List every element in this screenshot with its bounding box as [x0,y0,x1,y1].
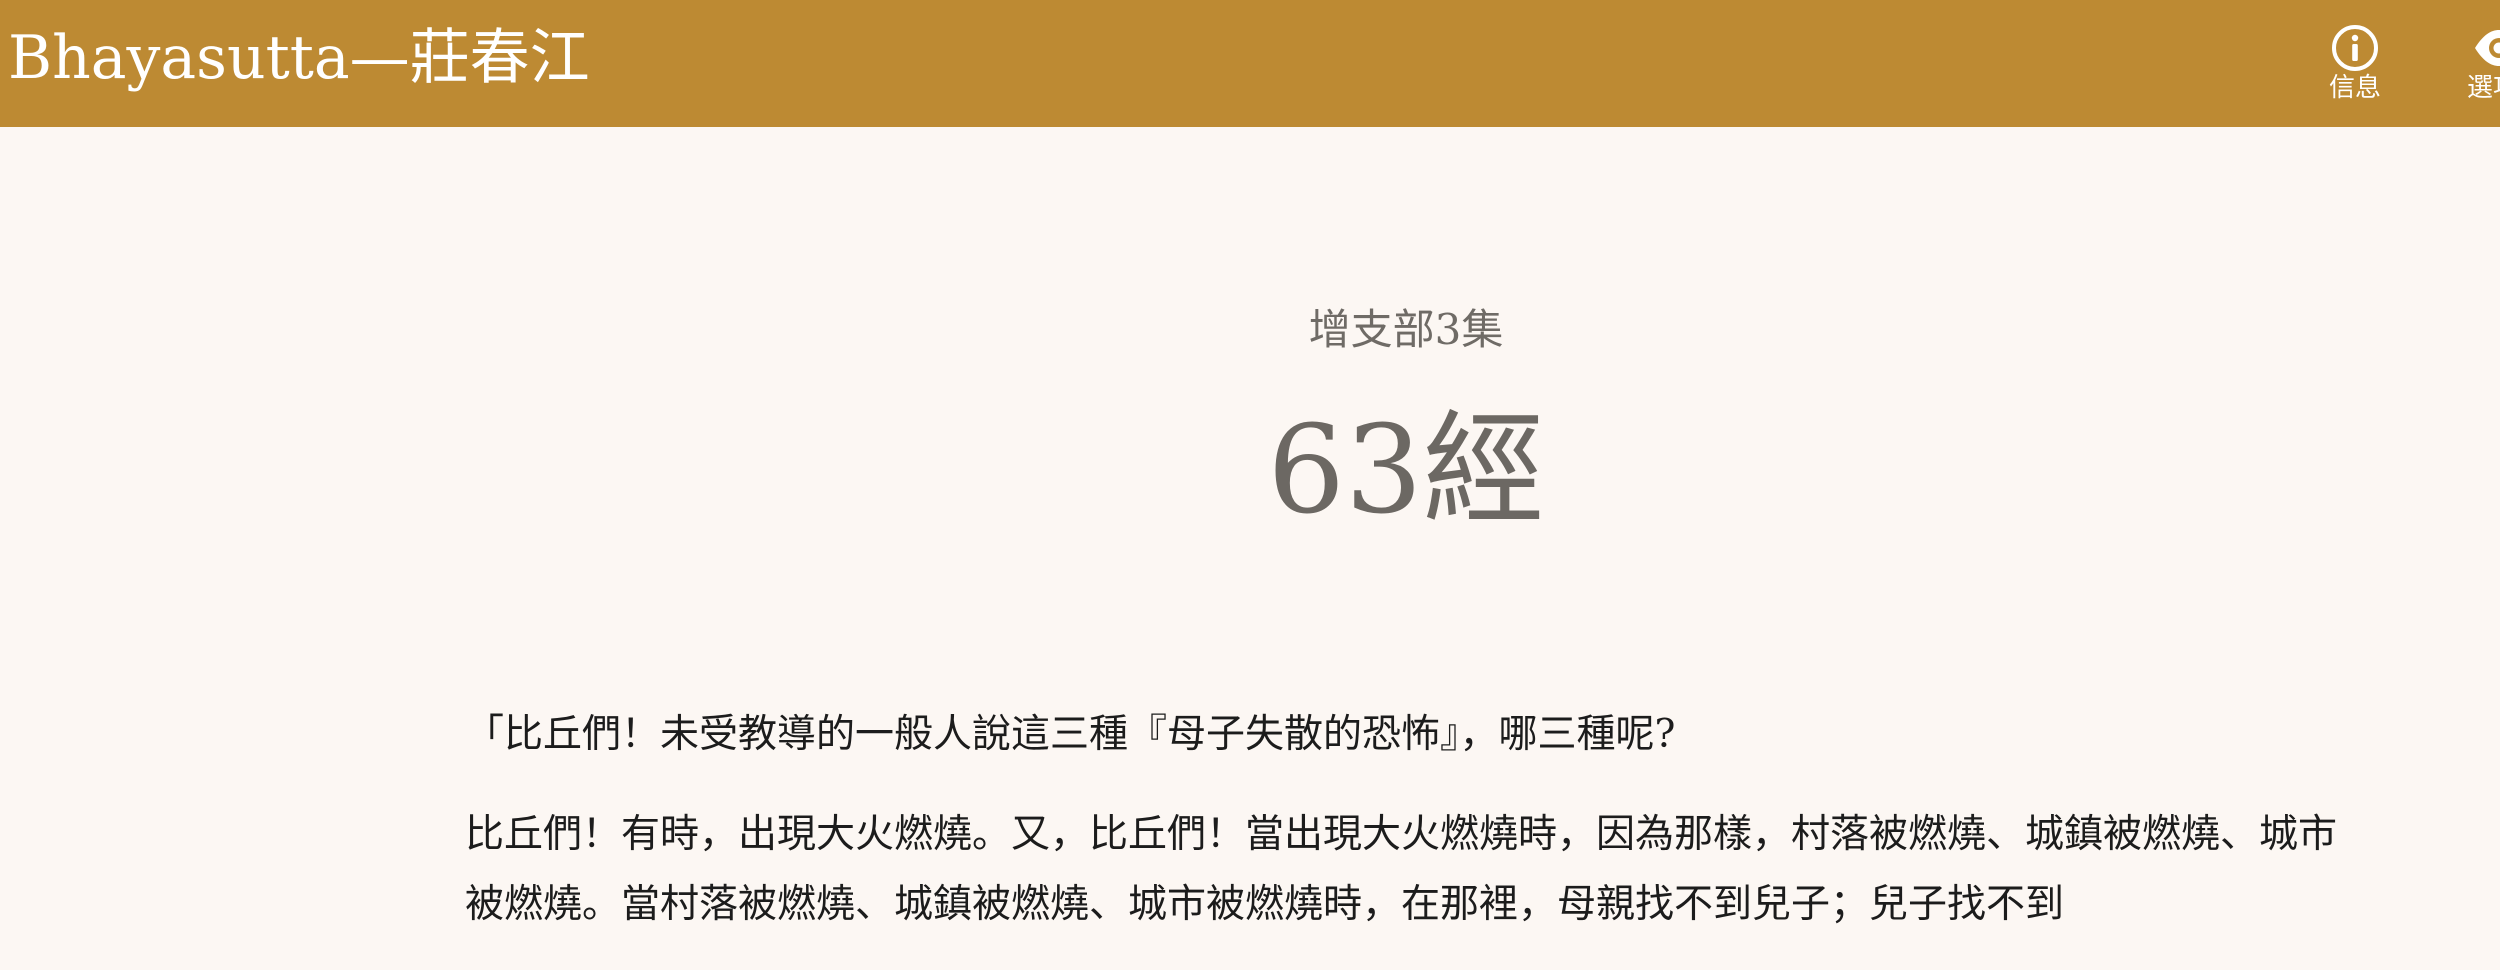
sutta-body: 「比丘們！未受教導的一般人說這三種『母子失散的恐怖』，哪三種呢? 比丘們！有時，… [465,700,2370,970]
paragraph: 「比丘們！未受教導的一般人說這三種『母子失散的恐怖』，哪三種呢? [465,700,2370,770]
book-subtitle: 增支部3集 [0,300,2500,360]
info-circle-icon [2329,22,2381,74]
options-button[interactable]: 選項 [2445,20,2500,110]
options-button-label: 選項 [2467,72,2500,104]
eye-icon [2473,22,2500,74]
sutta-title: 63經 [0,395,2500,545]
top-app-bar: Bhayasutta—莊春江 信息 選項 [0,0,2500,127]
info-button-label: 信息 [2310,72,2400,104]
paragraph: 比丘們！有時，出現大火燃燒。又，比丘們！當出現大火燃燒時，因為那樣，村落被燃燒、… [465,800,2370,940]
app-title: Bhayasutta—莊春江 [8,22,590,94]
info-button[interactable]: 信息 [2310,20,2400,110]
